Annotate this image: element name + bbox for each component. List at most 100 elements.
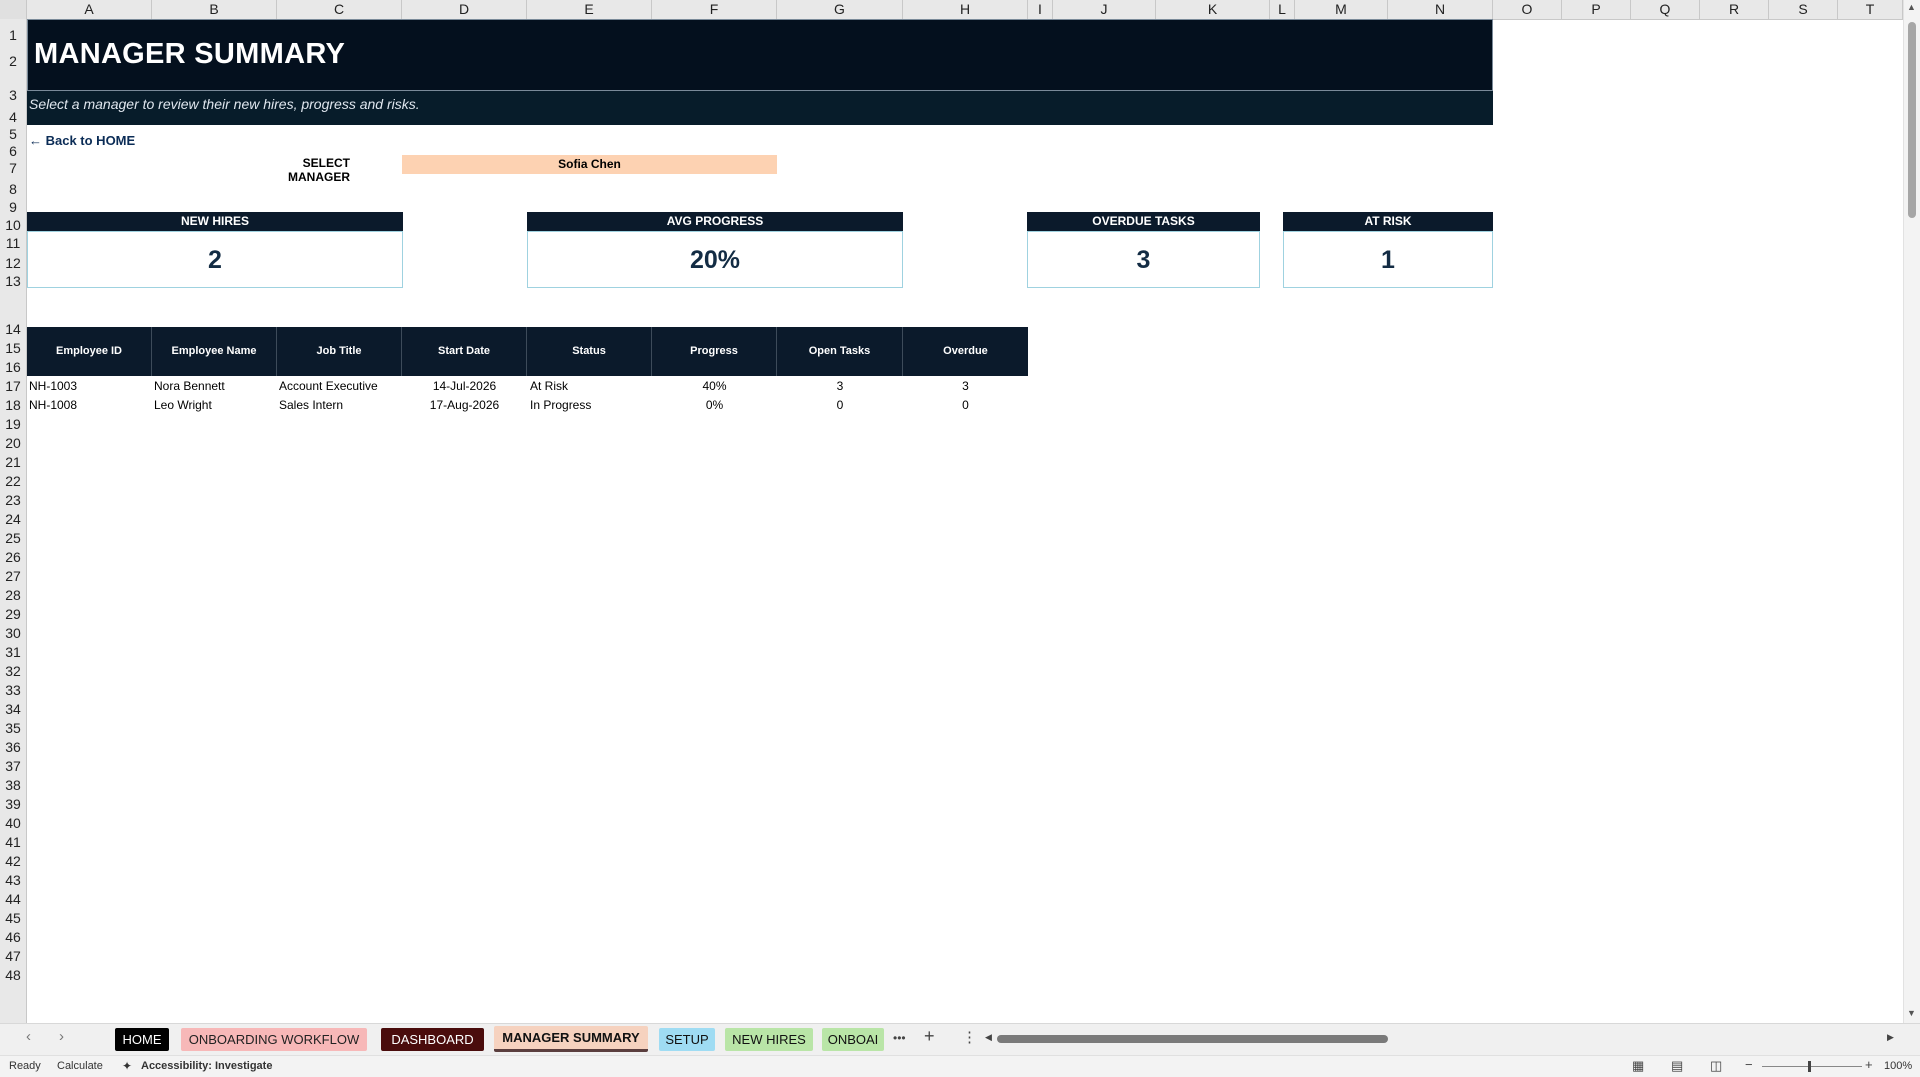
- table-cell[interactable]: 17-Aug-2026: [402, 396, 527, 415]
- select-manager-dropdown[interactable]: Sofia Chen: [402, 155, 777, 174]
- scroll-up-icon[interactable]: ▲: [1907, 2, 1916, 12]
- column-header-r[interactable]: R: [1700, 0, 1769, 19]
- table-header-cell[interactable]: Open Tasks: [777, 327, 903, 376]
- table-header-cell[interactable]: Employee ID: [27, 327, 152, 376]
- row-header-36[interactable]: 36: [0, 739, 26, 757]
- zoom-slider[interactable]: [1762, 1066, 1862, 1067]
- tab-onboarding-truncated[interactable]: ONBOAI: [822, 1028, 884, 1051]
- row-header-19[interactable]: 19: [0, 416, 26, 434]
- column-header-o[interactable]: O: [1493, 0, 1562, 19]
- column-header-m[interactable]: M: [1295, 0, 1388, 19]
- column-header-j[interactable]: J: [1053, 0, 1156, 19]
- row-header-38[interactable]: 38: [0, 777, 26, 795]
- row-header-17[interactable]: 17: [0, 378, 26, 396]
- row-header-43[interactable]: 43: [0, 872, 26, 890]
- more-tabs-icon[interactable]: •••: [893, 1031, 906, 1045]
- table-cell[interactable]: NH-1003: [29, 377, 77, 396]
- column-header-t[interactable]: T: [1838, 0, 1903, 19]
- table-cell[interactable]: 0: [903, 396, 1028, 415]
- scroll-down-icon[interactable]: ▼: [1907, 1008, 1916, 1018]
- row-header-2[interactable]: 2: [0, 53, 26, 71]
- table-cell[interactable]: Leo Wright: [154, 396, 212, 415]
- row-header-27[interactable]: 27: [0, 568, 26, 586]
- row-header-15[interactable]: 15: [0, 340, 26, 358]
- table-cell[interactable]: 40%: [652, 377, 777, 396]
- table-header-cell[interactable]: Progress: [652, 327, 777, 376]
- select-all-corner[interactable]: [0, 0, 27, 19]
- row-header-18[interactable]: 18: [0, 397, 26, 415]
- column-header-e[interactable]: E: [527, 0, 652, 19]
- row-header-33[interactable]: 33: [0, 682, 26, 700]
- add-sheet-icon[interactable]: +: [924, 1026, 935, 1047]
- row-header-29[interactable]: 29: [0, 606, 26, 624]
- table-cell[interactable]: Nora Bennett: [154, 377, 225, 396]
- column-header-q[interactable]: Q: [1631, 0, 1700, 19]
- column-header-i[interactable]: I: [1028, 0, 1053, 19]
- row-header-26[interactable]: 26: [0, 549, 26, 567]
- zoom-level[interactable]: 100%: [1884, 1060, 1912, 1072]
- zoom-slider-handle[interactable]: [1808, 1061, 1811, 1072]
- row-header-45[interactable]: 45: [0, 910, 26, 928]
- row-header-32[interactable]: 32: [0, 663, 26, 681]
- table-header-cell[interactable]: Employee Name: [152, 327, 277, 376]
- table-cell[interactable]: 3: [777, 377, 903, 396]
- tab-scroll-left-icon[interactable]: ‹: [26, 1028, 31, 1045]
- row-header-21[interactable]: 21: [0, 454, 26, 472]
- vertical-scroll-thumb[interactable]: [1908, 22, 1916, 218]
- row-header-28[interactable]: 28: [0, 587, 26, 605]
- table-cell[interactable]: 0: [777, 396, 903, 415]
- table-cell[interactable]: 3: [903, 377, 1028, 396]
- table-cell[interactable]: 0%: [652, 396, 777, 415]
- row-header-35[interactable]: 35: [0, 720, 26, 738]
- row-header-22[interactable]: 22: [0, 473, 26, 491]
- worksheet-grid[interactable]: MANAGER SUMMARY Select a manager to revi…: [27, 19, 1903, 1023]
- row-header-25[interactable]: 25: [0, 530, 26, 548]
- options-kebab-icon[interactable]: ⋮: [962, 1028, 977, 1046]
- row-header-13[interactable]: 13: [0, 273, 26, 291]
- column-header-c[interactable]: C: [277, 0, 402, 19]
- row-header-31[interactable]: 31: [0, 644, 26, 662]
- tab-home[interactable]: HOME: [115, 1028, 169, 1051]
- table-header-cell[interactable]: Overdue: [903, 327, 1028, 376]
- row-header-6[interactable]: 6: [0, 143, 26, 161]
- tab-dashboard[interactable]: DASHBOARD: [381, 1028, 484, 1051]
- zoom-in-icon[interactable]: +: [1865, 1057, 1873, 1072]
- row-header-9[interactable]: 9: [0, 199, 26, 217]
- row-header-3[interactable]: 3: [0, 87, 26, 105]
- row-header-20[interactable]: 20: [0, 435, 26, 453]
- horizontal-scroll-thumb[interactable]: [997, 1035, 1388, 1043]
- accessibility-status[interactable]: Accessibility: Investigate: [141, 1060, 272, 1072]
- table-cell[interactable]: NH-1008: [29, 396, 77, 415]
- row-header-47[interactable]: 47: [0, 948, 26, 966]
- hscroll-left-icon[interactable]: ◀: [985, 1032, 992, 1043]
- column-header-n[interactable]: N: [1388, 0, 1493, 19]
- row-header-8[interactable]: 8: [0, 181, 26, 199]
- tab-new-hires[interactable]: NEW HIRES: [725, 1028, 813, 1051]
- tab-scroll-right-icon[interactable]: ›: [59, 1028, 64, 1045]
- row-header-37[interactable]: 37: [0, 758, 26, 776]
- row-header-34[interactable]: 34: [0, 701, 26, 719]
- page-break-view-icon[interactable]: ◫: [1710, 1058, 1722, 1074]
- vertical-scrollbar[interactable]: ▲ ▼: [1903, 0, 1920, 1023]
- row-header-10[interactable]: 10: [0, 217, 26, 235]
- row-header-12[interactable]: 12: [0, 255, 26, 273]
- table-header-cell[interactable]: Job Title: [277, 327, 402, 376]
- calculate-button[interactable]: Calculate: [57, 1060, 103, 1072]
- table-header-cell[interactable]: Start Date: [402, 327, 527, 376]
- row-header-46[interactable]: 46: [0, 929, 26, 947]
- hscroll-right-icon[interactable]: ▶: [1887, 1032, 1894, 1043]
- row-header-23[interactable]: 23: [0, 492, 26, 510]
- column-header-f[interactable]: F: [652, 0, 777, 19]
- row-header-7[interactable]: 7: [0, 160, 26, 178]
- back-to-home-link[interactable]: ← Back to HOME: [29, 133, 135, 148]
- column-header-b[interactable]: B: [152, 0, 277, 19]
- table-header-cell[interactable]: Status: [527, 327, 652, 376]
- column-header-h[interactable]: H: [903, 0, 1028, 19]
- row-header-30[interactable]: 30: [0, 625, 26, 643]
- normal-view-icon[interactable]: ▦: [1632, 1058, 1644, 1074]
- table-cell[interactable]: At Risk: [530, 377, 568, 396]
- row-header-41[interactable]: 41: [0, 834, 26, 852]
- column-header-l[interactable]: L: [1270, 0, 1295, 19]
- row-header-42[interactable]: 42: [0, 853, 26, 871]
- column-header-g[interactable]: G: [777, 0, 903, 19]
